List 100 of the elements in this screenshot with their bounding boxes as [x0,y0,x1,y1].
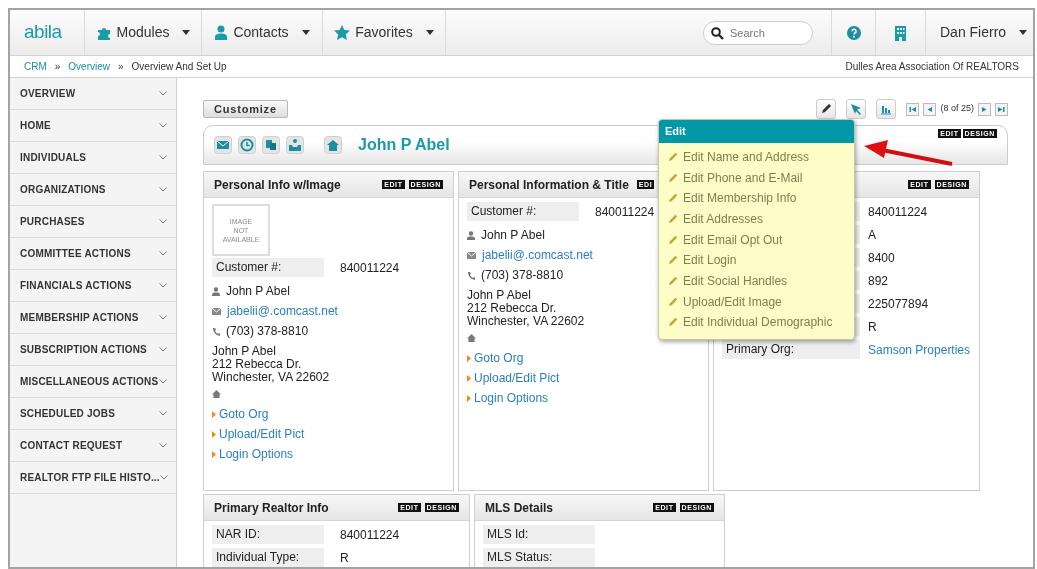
menu-button[interactable]: Favorites [323,10,446,55]
first-icon [908,104,918,114]
sidebar-item[interactable]: REALTOR FTP FILE HISTO... [10,462,176,494]
organization-name: Dulles Area Association Of REALTORS [845,60,1019,74]
person-icon [214,25,229,40]
sidebar-item[interactable]: MEMBERSHIP ACTIONS [10,302,176,334]
sidebar-item[interactable]: CONTACT REQUEST [10,430,176,462]
customize-button[interactable]: Customize [203,100,288,118]
field-link[interactable]: Samson Properties [860,340,971,359]
menu-item[interactable]: Edit Membership Info [659,187,854,209]
card-title: Personal Info w/Image [214,176,341,194]
pencil-icon [668,255,678,266]
search-field[interactable]: Search [703,20,813,45]
field-label: Customer #: [467,202,579,221]
first-page-button[interactable] [906,102,920,116]
chevron-icon [159,155,167,160]
action-link[interactable]: Upload/Edit Pict [219,425,305,443]
chevron-icon [159,187,167,192]
contact-name: John P Abel [481,227,545,244]
chart-button[interactable] [876,99,897,119]
pencil-icon [668,317,678,328]
breadcrumb-link[interactable]: CRM [24,59,47,74]
chevron-icon [159,123,167,128]
inbox-icon[interactable] [286,136,304,154]
pointer-button[interactable] [846,99,867,119]
field-label: MLS Id: [483,525,595,544]
last-page-button[interactable] [995,102,1008,116]
sidebar-item[interactable]: SUBSCRIPTION ACTIONS [10,334,176,366]
previous-page-button[interactable] [923,102,937,116]
field-value: 840011224 [339,259,400,277]
chevron-icon [159,283,167,288]
menu-item[interactable]: Edit Login [659,249,854,271]
clock-icon[interactable] [238,136,256,154]
copy-icon[interactable] [262,136,280,154]
triangle-icon [212,410,216,418]
pencil-icon [668,234,678,245]
sidebar-item[interactable]: COMMITTEE ACTIONS [10,238,176,270]
person-icon [467,230,475,240]
triangle-icon [212,430,216,438]
card-title: Personal Information & Title [469,176,629,194]
record-name: John P Abel [358,135,450,155]
menu-item[interactable]: Edit Email Opt Out [659,229,854,250]
house-icon[interactable] [324,136,342,154]
breadcrumb-link[interactable]: Overview [68,59,111,74]
pencil-icon [668,172,678,183]
mailing-address: John P Abel 212 Rebecca Dr. Winchester, VA 22602 [467,289,585,328]
action-link[interactable]: Login Options [474,389,549,407]
envelope-icon [467,251,476,259]
sidebar-item[interactable]: INDIVIDUALS [10,142,176,174]
sidebar-item[interactable]: ORGANIZATIONS [10,174,176,206]
menu-item[interactable]: Upload/Edit Image [659,291,854,312]
menu-button[interactable]: Contacts [202,10,323,55]
menu-button[interactable]: Modules [85,10,202,55]
field-value: 840011224 [339,526,400,544]
triangle-icon [467,394,471,402]
home-icon [467,334,476,342]
last-icon [997,104,1006,114]
menu-item[interactable]: Edit Social Handles [659,270,854,292]
breadcrumb-separator: » [54,60,61,74]
menu-item[interactable]: Edit Name and Address [659,146,854,168]
email-link[interactable]: jabelii@.comcast.net [482,246,593,264]
star-icon [334,25,351,40]
sidebar-item[interactable]: OVERVIEW [10,78,176,110]
pencil-icon [668,213,678,224]
phone-number: (703) 378-8810 [226,323,309,340]
action-link[interactable]: Upload/Edit Pict [474,369,560,387]
caret-icon [1019,30,1028,35]
field-label: Individual Type: [212,548,324,567]
next-icon [980,104,989,114]
chevron-icon [159,443,167,448]
edit-button[interactable] [816,99,837,119]
menu-item[interactable]: Edit Addresses [659,208,854,230]
menu-item[interactable]: Edit Individual Demographic [659,312,854,333]
chevron-icon [159,219,167,224]
action-link[interactable]: Goto Org [219,405,269,423]
field-label: NAR ID: [212,525,324,544]
field-value: 840011224 [867,203,928,221]
action-link[interactable]: Goto Org [474,349,524,367]
search-icon [711,26,724,40]
triangle-icon [467,354,471,362]
home-icon [212,390,221,398]
chevron-icon [159,251,167,256]
card-title: Primary Realtor Info [214,499,329,517]
sidebar-item[interactable]: PURCHASES [10,206,176,238]
sidebar-item[interactable]: FINANCIALS ACTIONS [10,270,176,302]
user-menu[interactable]: Dan Fierro [926,10,1033,55]
action-link[interactable]: Login Options [219,445,294,463]
person-icon [212,286,220,296]
sidebar-item[interactable]: SCHEDULED JOBS [10,398,176,430]
menu-item[interactable]: Edit Phone and E-Mail [659,167,854,188]
sidebar-item[interactable]: HOME [10,110,176,142]
cursor-icon [850,103,863,115]
building-icon[interactable] [894,24,907,41]
help-icon[interactable] [846,25,861,40]
email-link[interactable]: jabelii@.comcast.net [227,302,338,320]
sidebar-item[interactable]: MISCELLANEOUS ACTIONS [10,366,176,398]
next-page-button[interactable] [978,102,991,116]
phone-icon [212,326,220,336]
envelope-icon[interactable] [214,136,232,154]
menu-title: Edit [659,120,854,143]
